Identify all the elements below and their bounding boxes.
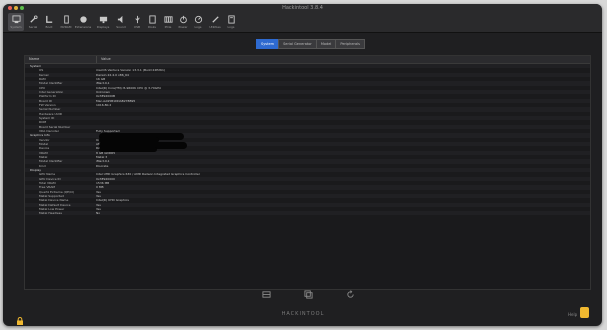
wrench-icon <box>29 15 38 24</box>
app-window: Hackintool 3.8.4 System Serial Boot NVRAM Ex… <box>3 4 602 326</box>
toolbar-item-label: Sound <box>116 25 126 29</box>
nvram-icon <box>62 15 71 24</box>
toolbar-logs-button[interactable]: Logs <box>190 13 206 31</box>
logs-icon <box>194 15 203 24</box>
toolbar-usb-button[interactable]: USB <box>129 13 145 31</box>
export-icon[interactable] <box>261 289 271 299</box>
toolbar-item-label: Utilities <box>209 25 221 29</box>
table-row[interactable]: Metal Headless No <box>25 211 590 216</box>
brand-logo: HACKINTOOL <box>281 311 325 317</box>
redaction-mark <box>99 147 157 152</box>
toolbar-power-button[interactable]: Power <box>175 13 191 31</box>
toolbar: System Serial Boot NVRAM Extensions Displays S… <box>3 12 602 33</box>
row-name: Metal Headless <box>39 211 62 216</box>
tab-system[interactable]: System <box>256 39 280 49</box>
toolbar-item-label: NVRAM <box>60 25 72 29</box>
title-bar: Hackintool 3.8.4 <box>3 4 602 12</box>
tab-serial-generator[interactable]: Serial Generator <box>278 39 317 49</box>
disk-icon <box>148 15 157 24</box>
usb-icon <box>133 15 142 24</box>
display-icon <box>99 15 108 24</box>
toolbar-item-label: USB <box>133 25 141 29</box>
toolbar-pcie-button[interactable]: PCIe <box>160 13 176 31</box>
pcie-icon <box>163 15 173 24</box>
toolbar-utilities-button[interactable]: Utilities <box>207 13 223 31</box>
power-icon <box>179 15 188 24</box>
copy-icon[interactable] <box>303 289 313 299</box>
toolbar-item-label: Displays <box>96 25 110 29</box>
toolbar-item-label: Logs <box>227 25 235 29</box>
toolbar-item-label: Extensions <box>74 25 92 29</box>
toolbar-item-label: Disks <box>147 25 156 29</box>
help-label[interactable]: Help <box>568 312 577 317</box>
toolbar-item-label: Power <box>178 25 188 29</box>
window-title: Hackintool 3.8.4 <box>282 5 323 11</box>
column-header-value[interactable]: Value <box>97 56 111 63</box>
column-header-name[interactable]: Name <box>25 56 97 63</box>
calc-icon <box>227 15 236 24</box>
puzzle-icon <box>79 15 88 24</box>
toolbar-system-button[interactable]: System <box>8 13 24 31</box>
system-icon <box>11 15 21 24</box>
row-value: No <box>96 211 101 216</box>
table-header: Name Value <box>25 56 590 64</box>
toolbar-boot-button[interactable]: Boot <box>41 13 57 31</box>
toolbar-item-label: PCIe <box>164 25 172 29</box>
lock-icon[interactable] <box>16 310 24 325</box>
refresh-icon[interactable] <box>345 289 355 299</box>
toolbar-nvram-button[interactable]: NVRAM <box>58 13 74 31</box>
toolbar-item-label: Boot <box>45 25 53 29</box>
toolbar-sound-button[interactable]: Sound <box>113 13 129 31</box>
toolbar-item-label: Serial <box>28 25 38 29</box>
boot-icon <box>45 15 54 24</box>
toolbar-disks-button[interactable]: Disks <box>144 13 160 31</box>
tab-model[interactable]: Model <box>315 39 337 49</box>
toolbar-displays-button[interactable]: Displays <box>95 13 111 31</box>
tab-bar: System Serial Generator Model Peripheral… <box>256 39 365 49</box>
speaker-icon <box>117 15 126 24</box>
donate-button[interactable] <box>580 307 589 318</box>
toolbar-serial-button[interactable]: Serial <box>25 13 41 31</box>
toolbar-extensions-button[interactable]: Extensions <box>75 13 91 31</box>
toolbar-logs-button[interactable]: Logs <box>223 13 239 31</box>
toolbar-item-label: Logs <box>194 25 202 29</box>
tab-peripherals[interactable]: Peripherals <box>335 39 365 49</box>
tools-icon <box>211 15 220 24</box>
info-table[interactable]: Name Value System OS macOS Ventura Version… <box>24 55 591 290</box>
toolbar-item-label: System <box>10 25 22 29</box>
